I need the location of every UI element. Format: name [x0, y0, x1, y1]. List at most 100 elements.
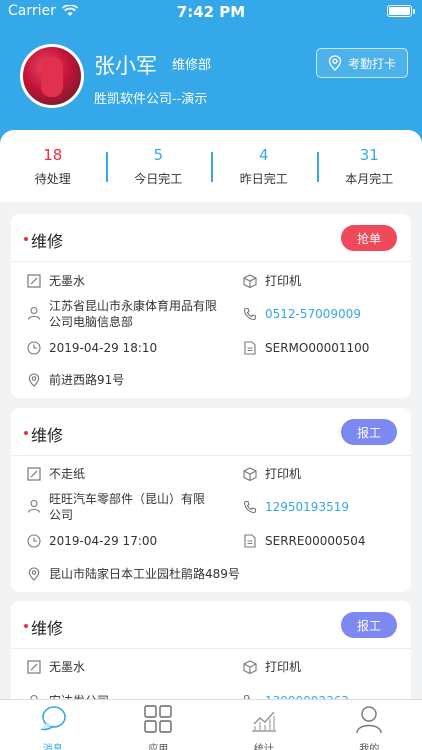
- tab-label: 消息: [42, 744, 63, 750]
- person-icon: [356, 706, 382, 734]
- stat-label: 今日完工: [134, 171, 183, 186]
- order-type: 维修: [31, 426, 64, 445]
- fault-text: 不走纸: [49, 467, 86, 481]
- stat-value: 18: [43, 145, 63, 164]
- stat-month[interactable]: 31 本月完工: [316, 145, 422, 187]
- box-icon: [243, 274, 257, 288]
- clockin-button[interactable]: 考勤打卡: [316, 48, 408, 78]
- edit-icon: [27, 467, 41, 481]
- fault-text: 无墨水: [49, 660, 86, 674]
- card-header: 维修 抢单: [11, 214, 411, 262]
- tab-label: 统计: [253, 744, 274, 750]
- clock-icon: [27, 341, 41, 355]
- datetime-text: 2019-04-29 18:10: [49, 341, 158, 355]
- fault-row: 不走纸: [27, 466, 85, 482]
- clockin-label: 考勤打卡: [347, 56, 396, 71]
- device-row: 打印机: [243, 466, 301, 482]
- fault-row: 无墨水: [27, 659, 85, 675]
- order-number: SERRE00000504: [265, 534, 366, 548]
- device-row: 打印机: [243, 273, 301, 289]
- datetime-row: 2019-04-29 17:00: [27, 533, 157, 549]
- grab-order-button[interactable]: 抢单: [341, 225, 397, 251]
- user-name: 张小军: [94, 54, 157, 78]
- user-company: 胜凯软件公司--演示: [94, 92, 208, 107]
- phone-row[interactable]: 0512-57009009: [243, 306, 361, 322]
- device-text: 打印机: [265, 467, 302, 481]
- datetime-row: 2019-04-29 18:10: [27, 340, 157, 356]
- report-work-button[interactable]: 报工: [341, 419, 397, 445]
- location-pin-icon: [28, 567, 40, 581]
- address-row: 前进西路91号: [27, 372, 124, 388]
- clock-icon: [27, 534, 41, 548]
- stat-pending[interactable]: 18 待处理: [0, 146, 106, 187]
- status-bar: Carrier 7:42 PM: [0, 0, 422, 22]
- box-icon: [243, 660, 257, 674]
- stat-value: 4: [258, 145, 269, 164]
- address-text: 昆山市陆家日本工业园杜鹃路489号: [49, 567, 240, 581]
- address-row: 昆山市陆家日本工业园杜鹃路489号: [27, 566, 240, 582]
- customer-name-cont: 公司: [49, 508, 74, 522]
- phone-row[interactable]: 12950193519: [243, 499, 349, 515]
- report-work-button[interactable]: 报工: [341, 612, 397, 638]
- customer-name-cont: 公司电脑信息部: [49, 315, 134, 329]
- customer-row: 江苏省昆山市永康体育用品有限 公司电脑信息部: [27, 298, 217, 330]
- datetime-text: 2019-04-29 17:00: [49, 534, 158, 548]
- device-text: 打印机: [265, 274, 302, 288]
- device-text: 打印机: [265, 660, 302, 674]
- fault-text: 无墨水: [49, 274, 86, 288]
- stat-value: 31: [359, 145, 379, 164]
- phone-icon: [243, 500, 257, 514]
- stat-label: 昨日完工: [239, 171, 288, 186]
- order-card[interactable]: 维修 抢单 无墨水 打印机 江苏省昆山市永康体育用品有限 公司电脑信息部 051…: [11, 214, 411, 398]
- battery-icon: [387, 5, 415, 17]
- phone-link[interactable]: 0512-57009009: [265, 306, 361, 322]
- tab-statistics[interactable]: 统计: [211, 700, 317, 750]
- message-icon: [40, 706, 66, 731]
- document-icon: [244, 534, 256, 548]
- device-row: 打印机: [243, 659, 301, 675]
- customer-row: 旺旺汽车零部件（昆山）有限 公司: [27, 491, 205, 523]
- card-header: 维修 报工: [11, 408, 411, 456]
- bullet-dot: [24, 237, 28, 241]
- user-department: 维修部: [172, 58, 212, 73]
- order-type: 维修: [31, 619, 64, 638]
- customer-name: 旺旺汽车零部件（昆山）有限: [49, 492, 206, 506]
- edit-icon: [27, 660, 41, 674]
- tab-messages[interactable]: 消息: [0, 700, 106, 750]
- document-icon: [244, 341, 256, 355]
- tab-label: 我的: [359, 744, 380, 750]
- fault-row: 无墨水: [27, 273, 85, 289]
- tab-bar: 消息 应用 统计 我的: [0, 699, 422, 750]
- bullet-dot: [24, 431, 28, 435]
- person-icon: [27, 499, 41, 513]
- stat-value: 5: [153, 145, 164, 164]
- location-pin-icon: [328, 55, 342, 71]
- card-header: 维修 报工: [11, 601, 411, 649]
- edit-icon: [27, 274, 41, 288]
- stat-label: 本月完工: [345, 171, 394, 186]
- bullet-dot: [24, 624, 28, 628]
- order-no-row: SERRE00000504: [243, 533, 366, 549]
- chart-icon: [251, 711, 276, 732]
- order-number: SERMO00001100: [265, 341, 370, 355]
- phone-icon: [243, 307, 257, 321]
- stat-yesterday[interactable]: 4 昨日完工: [211, 146, 317, 187]
- grid-icon: [144, 705, 172, 733]
- stat-label: 待处理: [34, 171, 71, 186]
- customer-name: 江苏省昆山市永康体育用品有限: [49, 299, 218, 313]
- tab-apps[interactable]: 应用: [106, 700, 212, 750]
- avatar[interactable]: [20, 44, 84, 108]
- order-no-row: SERMO00001100: [243, 340, 369, 356]
- order-type: 维修: [31, 232, 64, 251]
- stats-panel: 18 待处理 5 今日完工 4 昨日完工 31 本月完工: [0, 130, 422, 202]
- address-text: 前进西路91号: [49, 373, 125, 387]
- status-time: 7:42 PM: [176, 3, 246, 21]
- box-icon: [243, 467, 257, 481]
- tab-label: 应用: [148, 744, 169, 750]
- phone-link[interactable]: 12950193519: [265, 499, 349, 515]
- person-icon: [27, 306, 41, 320]
- location-pin-icon: [28, 373, 40, 387]
- stat-today[interactable]: 5 今日完工: [105, 145, 212, 187]
- order-card[interactable]: 维修 报工 不走纸 打印机 旺旺汽车零部件（昆山）有限 公司 129501935…: [11, 408, 411, 592]
- tab-profile[interactable]: 我的: [317, 700, 422, 750]
